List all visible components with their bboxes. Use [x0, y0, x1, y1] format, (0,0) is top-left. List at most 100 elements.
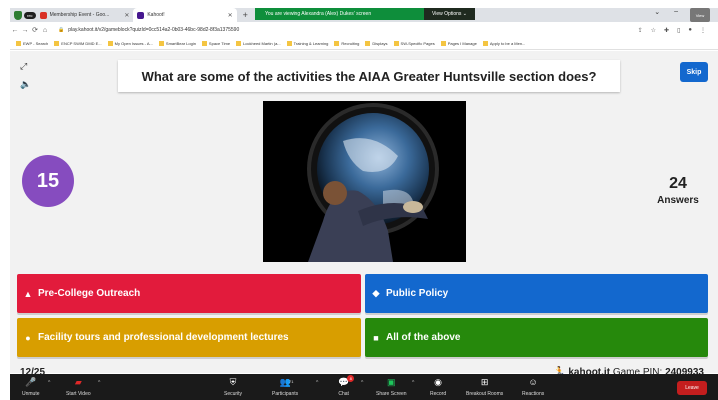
participants-button[interactable]: 👥 71 Participants [272, 376, 298, 397]
chat-button[interactable]: 💬 8 Chat [338, 375, 355, 397]
folder-icon [54, 41, 60, 46]
viewing-text: You are viewing Alexandra (Alex) Dukes' … [265, 11, 372, 17]
volume-icon[interactable]: 🔈 [20, 79, 31, 90]
back-icon[interactable]: ← [10, 27, 20, 34]
bookmark-label: Apply to be a Men... [489, 41, 526, 46]
tab-label: Kahoot! [147, 12, 165, 18]
bookmark-label: My Open Issues - A... [114, 41, 153, 46]
record-button[interactable]: ◉ Record [430, 376, 446, 397]
address-bar-icons: ⇪ ☆ ✚ ▯ ● ⋮ [638, 27, 718, 34]
chat-icon: 💬 8 [338, 375, 355, 388]
answer-blue-diamond[interactable]: ◆ Public Policy [365, 274, 708, 313]
answer-yellow-circle[interactable]: ● Facility tours and professional develo… [17, 318, 361, 357]
answer-green-square[interactable]: ■ All of the above [365, 318, 708, 357]
folder-icon [16, 41, 21, 46]
answer-red-triangle[interactable]: ▲ Pre-College Outreach [17, 274, 361, 313]
close-icon[interactable]: ✕ [228, 12, 233, 19]
answer-label: Pre-College Outreach [38, 288, 141, 299]
home-icon[interactable]: ⌂ [40, 27, 50, 34]
start-video-button[interactable]: ▰ Start Video [66, 376, 91, 397]
bookmark-label: Lockheed Martin (a... [243, 41, 281, 46]
chevron-up-icon[interactable]: ^ [48, 380, 50, 386]
answer-label: Public Policy [386, 288, 449, 299]
folder-icon [236, 41, 242, 46]
chat-label: Chat [338, 391, 349, 397]
bookmark-item[interactable]: ENCP SWIM DMD E... [54, 41, 102, 46]
breakout-rooms-button[interactable]: ⊞ Breakout Rooms [466, 376, 503, 397]
question-title: What are some of the activities the AIAA… [118, 60, 620, 92]
shield-icon [14, 10, 22, 20]
bookmark-item[interactable]: Displays [365, 41, 388, 46]
bookmark-item[interactable]: Space Time [201, 41, 231, 46]
screen: rec Membership Event - Goo... ✕ Kahoot! … [0, 0, 718, 400]
share-screen-button[interactable]: ▣ Share Screen [376, 376, 407, 397]
bookmark-item[interactable]: SW-Specific Pages [393, 41, 435, 46]
bookmark-item[interactable]: EWP - Search [16, 41, 48, 46]
close-icon[interactable]: ✕ [124, 12, 129, 19]
lock-icon: 🔒 [58, 27, 65, 33]
bookmark-item[interactable]: Apply to be a Men... [482, 41, 526, 46]
security-button[interactable]: ⛨ Security [224, 376, 242, 397]
forward-icon[interactable]: → [20, 27, 30, 34]
sidebar-icon[interactable]: ▯ [677, 27, 680, 34]
bookmark-label: Space Time [208, 41, 231, 46]
reload-icon[interactable]: ⟳ [30, 26, 40, 34]
fullscreen-icon[interactable]: ⤢ [20, 61, 27, 72]
folder-icon [286, 41, 292, 46]
security-label: Security [224, 391, 243, 397]
reactions-button[interactable]: ☺ Reactions [522, 376, 544, 397]
menu-icon[interactable]: ⋮ [700, 27, 706, 34]
new-tab-icon[interactable]: + [237, 10, 254, 20]
chevron-up-icon[interactable]: ^ [412, 380, 414, 386]
chevron-up-icon[interactable]: ^ [98, 380, 100, 386]
screen-share-banner: You are viewing Alexandra (Alex) Dukes' … [255, 8, 475, 20]
bookmark-label: Pages I Manage [447, 41, 477, 46]
profile-icon[interactable]: ● [688, 27, 692, 34]
tab-kahoot[interactable]: Kahoot! ✕ [133, 8, 237, 22]
bookmark-label: SW-Specific Pages [400, 41, 435, 46]
leave-button[interactable]: Leave [677, 381, 707, 395]
bookmark-item[interactable]: Lockheed Martin (a... [236, 41, 281, 46]
bookmark-label: EWP - Search [23, 41, 49, 46]
url-field[interactable]: 🔒 play.kahoot.it/v2/gameblock?quizId=0cc5… [58, 27, 638, 33]
folder-icon [482, 41, 488, 46]
folder-icon [440, 41, 446, 46]
view-badge[interactable]: View [690, 8, 710, 22]
square-icon: ■ [373, 332, 379, 343]
share-screen-icon: ▣ [387, 377, 396, 387]
bookmark-item[interactable]: My Open Issues - A... [107, 41, 153, 46]
triangle-icon: ▲ [23, 288, 33, 299]
folder-icon [107, 41, 113, 46]
bookmark-label: Displays [372, 41, 388, 46]
extensions-icon[interactable]: ✚ [664, 27, 669, 34]
view-options-label: View Options [432, 11, 462, 17]
tab-membership-event[interactable]: Membership Event - Goo... ✕ [36, 8, 134, 22]
shield-icon: ⛨ [229, 377, 237, 387]
bookmark-item[interactable]: Recruiting [334, 41, 359, 46]
chevron-up-icon[interactable]: ^ [316, 380, 318, 386]
unmute-button[interactable]: 🎤 Unmute [22, 376, 40, 397]
astronaut-porthole-image [263, 101, 466, 262]
bookmark-label: ENCP SWIM DMD E... [61, 41, 102, 46]
bookmark-item[interactable]: Pages I Manage [440, 41, 477, 46]
bookmark-label: Recruiting [341, 41, 360, 46]
bookmark-item[interactable]: SmartBear Login [158, 41, 196, 46]
star-icon[interactable]: ☆ [651, 27, 656, 34]
address-bar: ← → ⟳ ⌂ 🔒 play.kahoot.it/v2/gameblock?qui… [10, 22, 718, 38]
minimize-icon[interactable]: – [674, 8, 678, 16]
bookmark-item[interactable]: Training & Learning [286, 41, 328, 46]
folder-icon [201, 41, 207, 46]
window-controls: ⌄ – [654, 8, 678, 16]
answers-label: Answers [657, 195, 699, 206]
view-options-button[interactable]: View Options ⌄ [424, 8, 475, 20]
question-image [263, 101, 466, 262]
share-icon[interactable]: ⇪ [638, 27, 643, 34]
diamond-icon: ◆ [372, 288, 380, 298]
tab-label: Membership Event - Goo... [49, 12, 110, 18]
folder-icon [393, 41, 399, 46]
skip-button[interactable]: Skip [680, 62, 708, 82]
chevron-up-icon[interactable]: ^ [361, 380, 363, 386]
chevron-down-icon[interactable]: ⌄ [654, 8, 660, 16]
answers-counter: 24 Answers [650, 175, 706, 206]
zoom-toolbar: 🎤 Unmute ^ ▰ Start Video ^ ⛨ Security 👥 … [10, 374, 718, 400]
